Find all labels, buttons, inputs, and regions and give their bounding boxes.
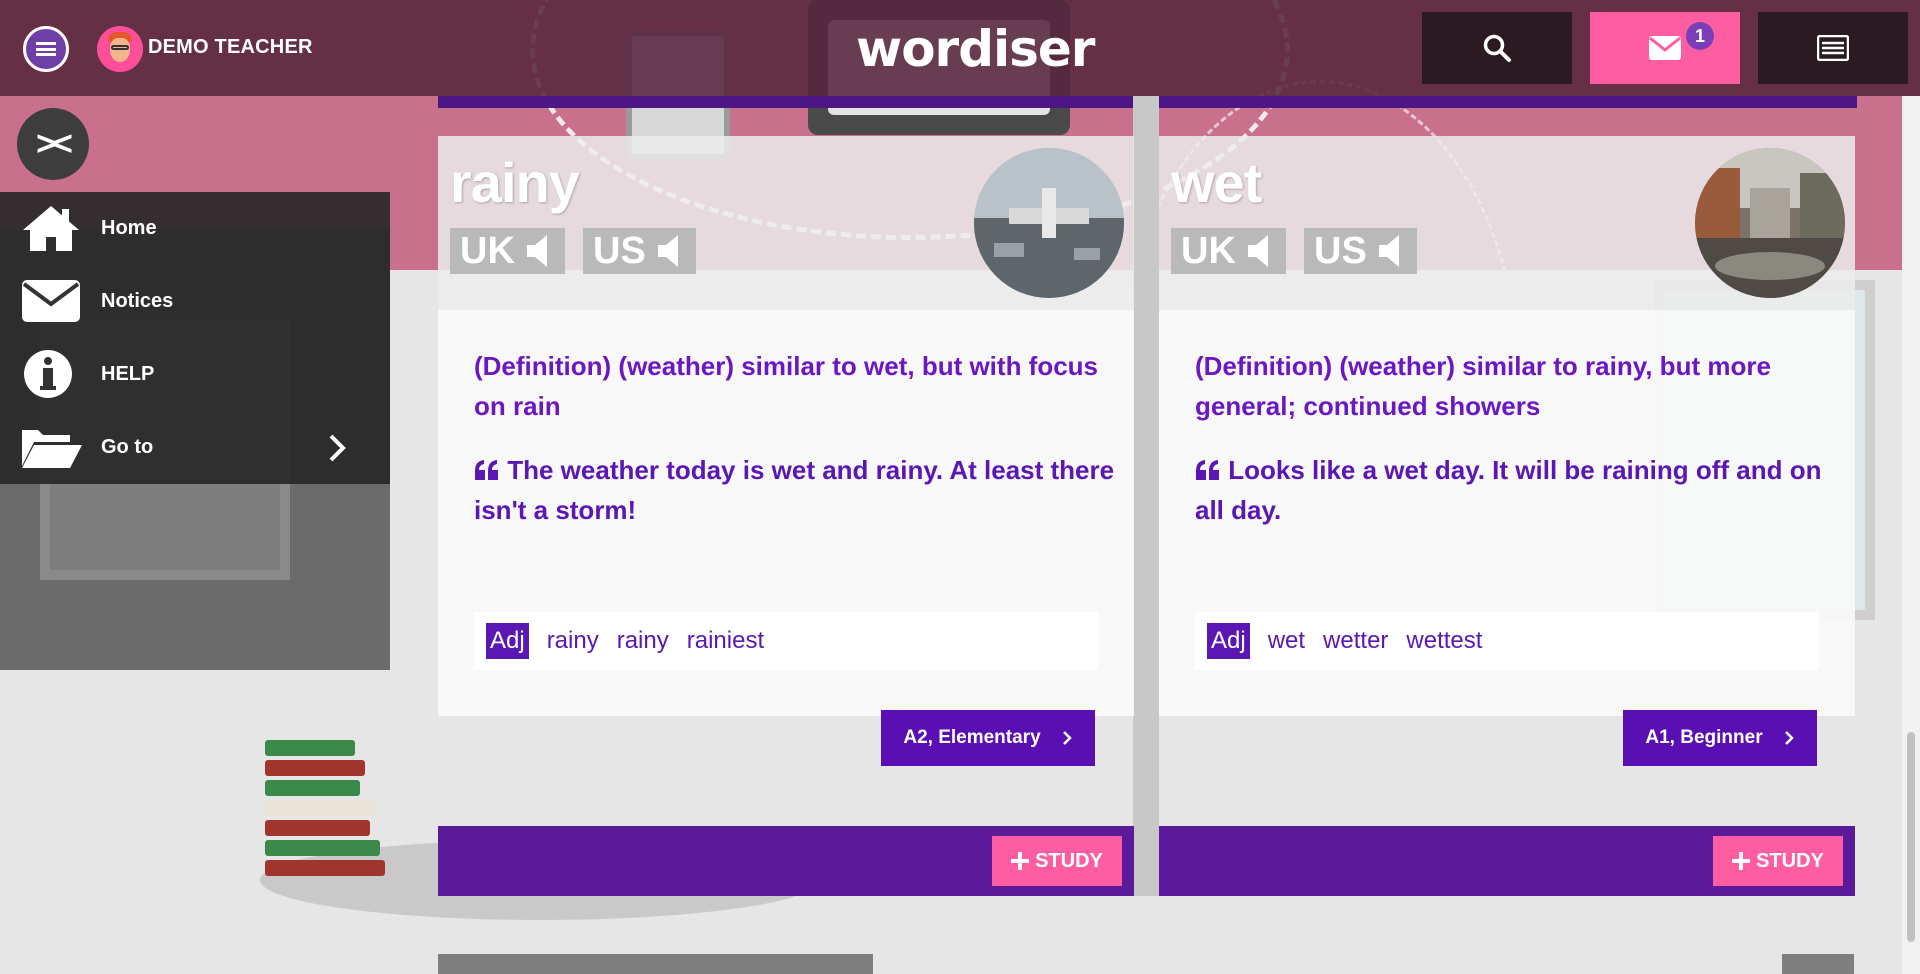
word-form: rainy (546, 627, 599, 654)
quote-icon (475, 460, 498, 480)
word-forms: Adj rainy rainy rainiest (474, 612, 1098, 670)
sidebar-item-home[interactable]: Home (0, 192, 390, 265)
card-body: (Definition) (weather) similar to wet, b… (438, 310, 1134, 716)
collapse-sidebar-button[interactable]: >< (17, 108, 89, 180)
chevron-right-icon (329, 434, 346, 462)
word-image (1695, 148, 1845, 298)
sidebar-item-goto[interactable]: Go to (0, 411, 390, 484)
word-form: wettest (1406, 627, 1483, 654)
sidebar-menu: Home Notices HELP Go to (0, 192, 390, 484)
word-forms: Adj wet wetter wettest (1195, 612, 1819, 670)
word-card: rainy UK US (Definition) (weather) simil… (438, 136, 1134, 896)
example-sentence: The weather today is wet and rainy. At l… (474, 455, 1115, 525)
study-button[interactable]: STUDY (992, 836, 1122, 886)
word-title: rainy (450, 151, 580, 214)
info-icon (24, 350, 72, 398)
word-form: wetter (1323, 627, 1389, 654)
uk-label: UK (460, 229, 515, 272)
card-header: rainy UK US (438, 136, 1134, 310)
us-label: US (593, 229, 646, 272)
plus-icon (1011, 852, 1030, 870)
speaker-icon (1247, 235, 1268, 267)
sidebar-item-label: Go to (101, 436, 154, 458)
menu-icon[interactable] (23, 26, 69, 72)
speaker-icon (526, 235, 547, 267)
speaker-icon (1378, 235, 1399, 267)
example-text: The weather today is wet and rainy. At l… (474, 450, 1116, 530)
top-bar: DEMO TEACHER wordiser 1 (0, 0, 1920, 96)
messages-button[interactable]: 1 (1590, 12, 1740, 84)
sidebar-item-help[interactable]: HELP (0, 338, 390, 411)
word-image (974, 148, 1124, 298)
sidebar-item-label: Home (101, 217, 157, 239)
level-label: A1, Beginner (1645, 727, 1763, 748)
username[interactable]: DEMO TEACHER (148, 36, 313, 59)
uk-pronunciation-button[interactable]: UK (450, 228, 565, 274)
sidebar-item-label: Notices (101, 290, 174, 312)
us-label: US (1314, 229, 1367, 272)
card-footer: STUDY (438, 826, 1134, 896)
study-label: STUDY (1035, 849, 1103, 872)
level-label: A2, Elementary (903, 727, 1041, 748)
word-form: rainy (616, 627, 669, 654)
envelope-icon (22, 280, 80, 322)
envelope-icon (1649, 36, 1681, 60)
part-of-speech-badge: Adj (1207, 623, 1250, 659)
part-of-speech-badge: Adj (486, 623, 529, 659)
study-label: STUDY (1756, 849, 1824, 872)
uk-label: UK (1181, 229, 1236, 272)
us-pronunciation-button[interactable]: US (583, 228, 696, 274)
avatar[interactable] (97, 26, 143, 72)
word-form: rainiest (686, 627, 765, 654)
home-icon (23, 206, 79, 251)
definition-text: (Definition) (weather) similar to rainy,… (1195, 351, 1771, 421)
list-icon (1817, 35, 1849, 61)
search-icon (1483, 34, 1511, 62)
us-pronunciation-button[interactable]: US (1304, 228, 1417, 274)
word-form: wet (1267, 627, 1306, 654)
chevron-right-icon (1062, 731, 1072, 745)
example-sentence: Looks like a wet day. It will be raining… (1195, 455, 1822, 525)
scrollbar-thumb[interactable] (1907, 732, 1915, 942)
chevron-right-icon (1784, 731, 1794, 745)
folder-open-icon (22, 430, 82, 468)
uk-pronunciation-button[interactable]: UK (1171, 228, 1286, 274)
notification-badge: 1 (1686, 22, 1714, 50)
card-footer: STUDY (1159, 826, 1855, 896)
study-button[interactable]: STUDY (1713, 836, 1843, 886)
speaker-icon (657, 235, 678, 267)
sidebar: >< Home Notices HELP Go to (0, 96, 390, 974)
list-button[interactable] (1758, 12, 1908, 84)
collapse-icon: >< (36, 124, 73, 163)
card-divider (1133, 96, 1159, 896)
sidebar-item-notices[interactable]: Notices (0, 265, 390, 338)
level-button[interactable]: A2, Elementary (881, 710, 1095, 766)
word-card: wet UK US (Definition) (weather) similar… (1159, 136, 1855, 896)
card-header: wet UK US (1159, 136, 1855, 310)
word-title: wet (1171, 151, 1262, 214)
next-card-header (438, 954, 873, 974)
quote-icon (1196, 460, 1219, 480)
next-card-header (1782, 954, 1854, 974)
previous-card-footer (1159, 96, 1857, 108)
page-scrollbar[interactable] (1902, 96, 1920, 974)
example-text: Looks like a wet day. It will be raining… (1195, 450, 1837, 530)
level-button[interactable]: A1, Beginner (1623, 710, 1817, 766)
sidebar-item-label: HELP (101, 363, 155, 385)
previous-card-footer (438, 96, 1136, 108)
card-body: (Definition) (weather) similar to rainy,… (1159, 310, 1855, 716)
plus-icon (1732, 852, 1751, 870)
definition-text: (Definition) (weather) similar to wet, b… (474, 351, 1099, 421)
logo[interactable]: wordiser (856, 20, 1095, 78)
search-button[interactable] (1422, 12, 1572, 84)
